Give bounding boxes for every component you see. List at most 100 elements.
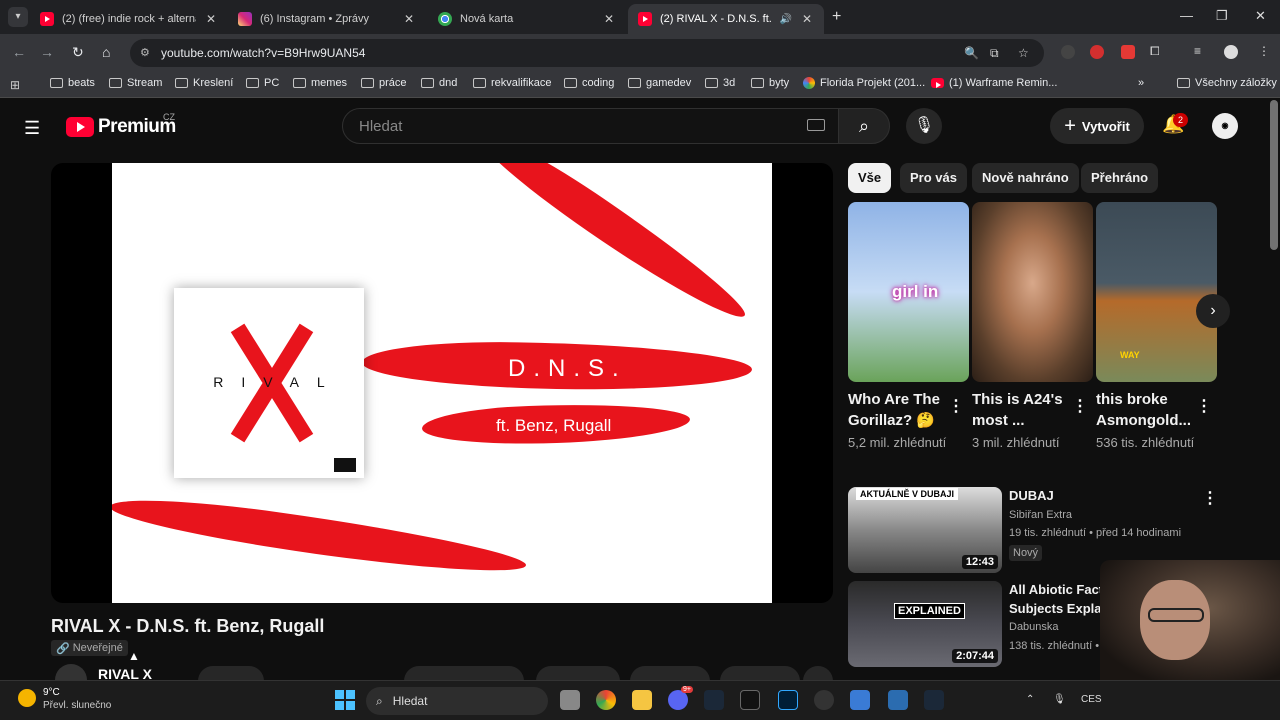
video-title[interactable]: DUBAJ xyxy=(1009,486,1209,505)
windows-start-icon[interactable] xyxy=(335,690,355,710)
close-tab-icon[interactable]: ✕ xyxy=(402,12,416,26)
channel-name[interactable]: Sibiřan Extra xyxy=(1009,509,1072,521)
adblock-icon[interactable] xyxy=(1121,45,1135,59)
close-tab-icon[interactable]: ✕ xyxy=(602,12,616,26)
bookmark-folder[interactable]: gamedev xyxy=(628,77,691,89)
bookmark-link[interactable]: (1) Warframe Remin... xyxy=(931,77,1057,89)
discord-icon[interactable] xyxy=(668,690,688,710)
task-view-icon[interactable] xyxy=(560,690,580,710)
bookmark-folder[interactable]: beats xyxy=(50,77,95,89)
install-app-icon[interactable]: ⧉ xyxy=(990,46,999,61)
video-menu-icon[interactable]: ⋮ xyxy=(1202,488,1218,508)
keyboard-icon[interactable] xyxy=(807,119,825,131)
chip-watched[interactable]: Přehráno xyxy=(1081,163,1159,193)
page-scrollbar[interactable] xyxy=(1270,100,1278,250)
weather-description[interactable]: Převl. slunečno xyxy=(43,700,111,711)
youtube-premium-logo[interactable]: Premium CZ xyxy=(66,112,176,138)
short-title[interactable]: This is A24's most ... xyxy=(972,389,1072,431)
chip-all[interactable]: Vše xyxy=(848,163,892,193)
short-menu-icon[interactable]: ⋮ xyxy=(1072,396,1088,416)
photoshop-icon[interactable] xyxy=(778,690,798,710)
bookmark-folder[interactable]: PC xyxy=(246,77,279,89)
bookmark-folder[interactable]: 3d xyxy=(705,77,735,89)
profile-icon[interactable] xyxy=(1224,45,1238,59)
bookmark-link[interactable]: Florida Projekt (201... xyxy=(803,77,925,89)
video-thumbnail[interactable]: AKTUÁLNĚ V DUBAJI 12:43 xyxy=(848,487,1002,573)
close-window-icon[interactable]: ✕ xyxy=(1255,8,1266,24)
minimize-icon[interactable]: — xyxy=(1180,8,1193,23)
shorts-next-arrow-icon[interactable]: › xyxy=(1196,294,1230,328)
bookmark-star-icon[interactable]: ☆ xyxy=(1018,46,1029,60)
zoom-app-icon[interactable] xyxy=(888,690,908,710)
file-explorer-icon[interactable] xyxy=(632,690,652,710)
reload-icon[interactable]: ↻ xyxy=(72,44,84,61)
media-control-icon[interactable]: ≡ xyxy=(1194,44,1201,58)
short-title[interactable]: this broke Asmongold... xyxy=(1096,389,1196,431)
channel-name[interactable]: Dabunska xyxy=(1009,621,1059,633)
extension-icon[interactable] xyxy=(1061,45,1075,59)
search-input[interactable] xyxy=(357,117,777,136)
forward-icon[interactable]: → xyxy=(40,44,54,60)
bookmark-folder[interactable]: Stream xyxy=(109,77,162,89)
steam-icon[interactable] xyxy=(704,690,724,710)
short-title[interactable]: Who Are The Gorillaz? 🤔 xyxy=(848,389,948,431)
taskbar-search-input[interactable] xyxy=(390,693,511,709)
app-icon[interactable] xyxy=(850,690,870,710)
site-info-icon[interactable]: ⚙ xyxy=(140,46,150,59)
extensions-puzzle-icon[interactable]: ⧠ xyxy=(1150,44,1160,59)
tab-indie-rock[interactable]: (2) (free) indie rock + alternative ✕ xyxy=(30,4,228,34)
bookmark-folder[interactable]: Kreslení xyxy=(175,77,233,89)
tab-instagram[interactable]: (6) Instagram • Zprávy ✕ xyxy=(228,4,426,34)
bookmark-folder[interactable]: memes xyxy=(293,77,347,89)
tab-new-tab[interactable]: Nová karta ✕ xyxy=(428,4,626,34)
chip-for-you[interactable]: Pro vás xyxy=(900,163,967,193)
home-icon[interactable]: ⌂ xyxy=(102,44,110,60)
obs-icon[interactable] xyxy=(814,690,834,710)
account-avatar[interactable]: ◉ xyxy=(1212,113,1238,139)
bookmark-folder[interactable]: coding xyxy=(564,77,614,89)
extension-red-icon[interactable] xyxy=(1090,45,1104,59)
search-button[interactable]: ⌕ xyxy=(838,108,890,144)
folder-icon xyxy=(421,78,434,88)
terminal-icon[interactable] xyxy=(740,690,760,710)
short-thumbnail[interactable]: WAY xyxy=(1096,202,1217,382)
audio-playing-icon[interactable]: 🔊 xyxy=(780,14,792,25)
create-button[interactable]: + Vytvořit xyxy=(1050,108,1144,144)
close-tab-icon[interactable]: ✕ xyxy=(800,12,814,26)
weather-sun-icon[interactable] xyxy=(18,689,36,707)
microphone-icon: 🎙 xyxy=(913,117,935,134)
close-tab-icon[interactable]: ✕ xyxy=(204,12,218,26)
more-bookmarks-icon[interactable]: » xyxy=(1138,77,1144,89)
zoom-icon[interactable]: 🔍 xyxy=(964,46,979,60)
chrome-taskbar-icon[interactable] xyxy=(596,690,616,710)
omnibox[interactable]: ⚙ youtube.com/watch?v=B9Hrw9UAN54 🔍 ⧉ ☆ xyxy=(130,39,1044,67)
input-language[interactable]: CES xyxy=(1081,694,1102,705)
weather-temperature[interactable]: 9°C xyxy=(43,687,60,698)
restore-icon[interactable]: ❐ xyxy=(1216,8,1228,24)
url-text[interactable]: youtube.com/watch?v=B9Hrw9UAN54 xyxy=(161,46,365,60)
video-player[interactable]: RIVAL D.N.S. ft. Benz, Rugall xyxy=(51,163,833,603)
steam-icon[interactable] xyxy=(924,690,944,710)
bookmark-folder[interactable]: rekvalifikace xyxy=(473,77,552,89)
new-tab-button[interactable]: + xyxy=(832,8,841,26)
short-thumbnail[interactable]: girl in xyxy=(848,202,969,382)
apps-grid-icon[interactable]: ⊞ xyxy=(10,78,20,92)
short-thumbnail[interactable] xyxy=(972,202,1093,382)
video-thumbnail[interactable]: EXPLAINED 2:07:44 xyxy=(848,581,1002,667)
short-menu-icon[interactable]: ⋮ xyxy=(948,396,964,416)
microphone-tray-icon[interactable]: 🎙 xyxy=(1053,694,1066,705)
tab-search-button[interactable]: ▾ xyxy=(8,7,28,27)
tab-rival-x[interactable]: (2) RIVAL X - D.N.S. ft. Benz, 🔊 ✕ xyxy=(628,4,824,34)
back-icon[interactable]: ← xyxy=(12,44,26,60)
voice-search-button[interactable]: 🎙 xyxy=(906,108,942,144)
bookmark-folder[interactable]: práce xyxy=(361,77,407,89)
chip-recently-uploaded[interactable]: Nově nahráno xyxy=(972,163,1079,193)
browser-menu-icon[interactable]: ⋮ xyxy=(1258,44,1270,58)
bookmark-folder[interactable]: byty xyxy=(751,77,789,89)
taskbar-search[interactable]: ⌕ xyxy=(366,687,548,715)
short-menu-icon[interactable]: ⋮ xyxy=(1196,396,1212,416)
all-bookmarks-folder[interactable]: Všechny záložky xyxy=(1177,77,1277,89)
guide-menu-icon[interactable]: ☰ xyxy=(24,118,40,139)
show-hidden-icons-icon[interactable]: ⌃ xyxy=(1026,694,1034,705)
bookmark-folder[interactable]: dnd xyxy=(421,77,457,89)
